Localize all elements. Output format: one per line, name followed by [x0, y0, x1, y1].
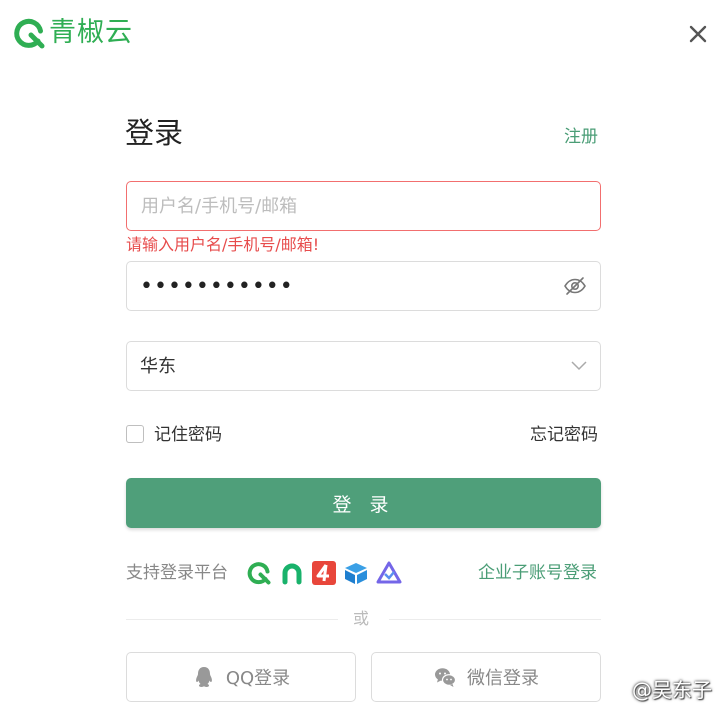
- wechat-login-label: 微信登录: [467, 668, 539, 689]
- qq-login-button[interactable]: QQ登录: [126, 652, 356, 702]
- divider-line-left: [126, 619, 338, 620]
- username-field-wrapper: [126, 181, 601, 231]
- login-button-label: 登 录: [332, 493, 395, 516]
- login-button[interactable]: 登 录: [126, 478, 601, 528]
- password-value: •••••••••••: [140, 274, 294, 299]
- brand-logo: 青椒云: [12, 16, 133, 50]
- username-error: 请输入用户名/手机号/邮箱!: [126, 235, 320, 254]
- enterprise-login-link[interactable]: 企业子账号登录: [478, 562, 597, 584]
- forgot-password-link[interactable]: 忘记密码: [530, 424, 598, 446]
- remember-checkbox[interactable]: [126, 425, 144, 443]
- qq-icon: [195, 667, 212, 687]
- brand-q-icon: [14, 18, 45, 49]
- remember-label: 记住密码: [154, 425, 222, 445]
- register-link[interactable]: 注册: [564, 126, 598, 148]
- page-title: 登录: [125, 116, 184, 150]
- qingjiao-icon[interactable]: [246, 560, 272, 586]
- box-icon[interactable]: [343, 560, 369, 586]
- close-icon[interactable]: [686, 22, 710, 46]
- triangle-logo-icon[interactable]: [376, 560, 402, 586]
- username-input[interactable]: [141, 182, 541, 230]
- wechat-login-button[interactable]: 微信登录: [371, 652, 601, 702]
- region-selected-value: 华东: [140, 356, 176, 377]
- green-arc-icon[interactable]: [279, 560, 305, 586]
- chevron-down-icon: [571, 361, 587, 371]
- divider-line-right: [389, 619, 601, 620]
- supported-platforms-label: 支持登录平台: [126, 563, 228, 583]
- brand-name: 青椒云: [49, 17, 133, 48]
- eye-off-icon[interactable]: [563, 274, 587, 298]
- wechat-icon: [435, 668, 457, 687]
- qq-login-label: QQ登录: [225, 668, 291, 689]
- region-select[interactable]: [126, 341, 601, 391]
- watermark: @吴东子: [632, 678, 712, 702]
- divider-or-text: 或: [353, 609, 370, 628]
- four-icon[interactable]: [311, 560, 337, 586]
